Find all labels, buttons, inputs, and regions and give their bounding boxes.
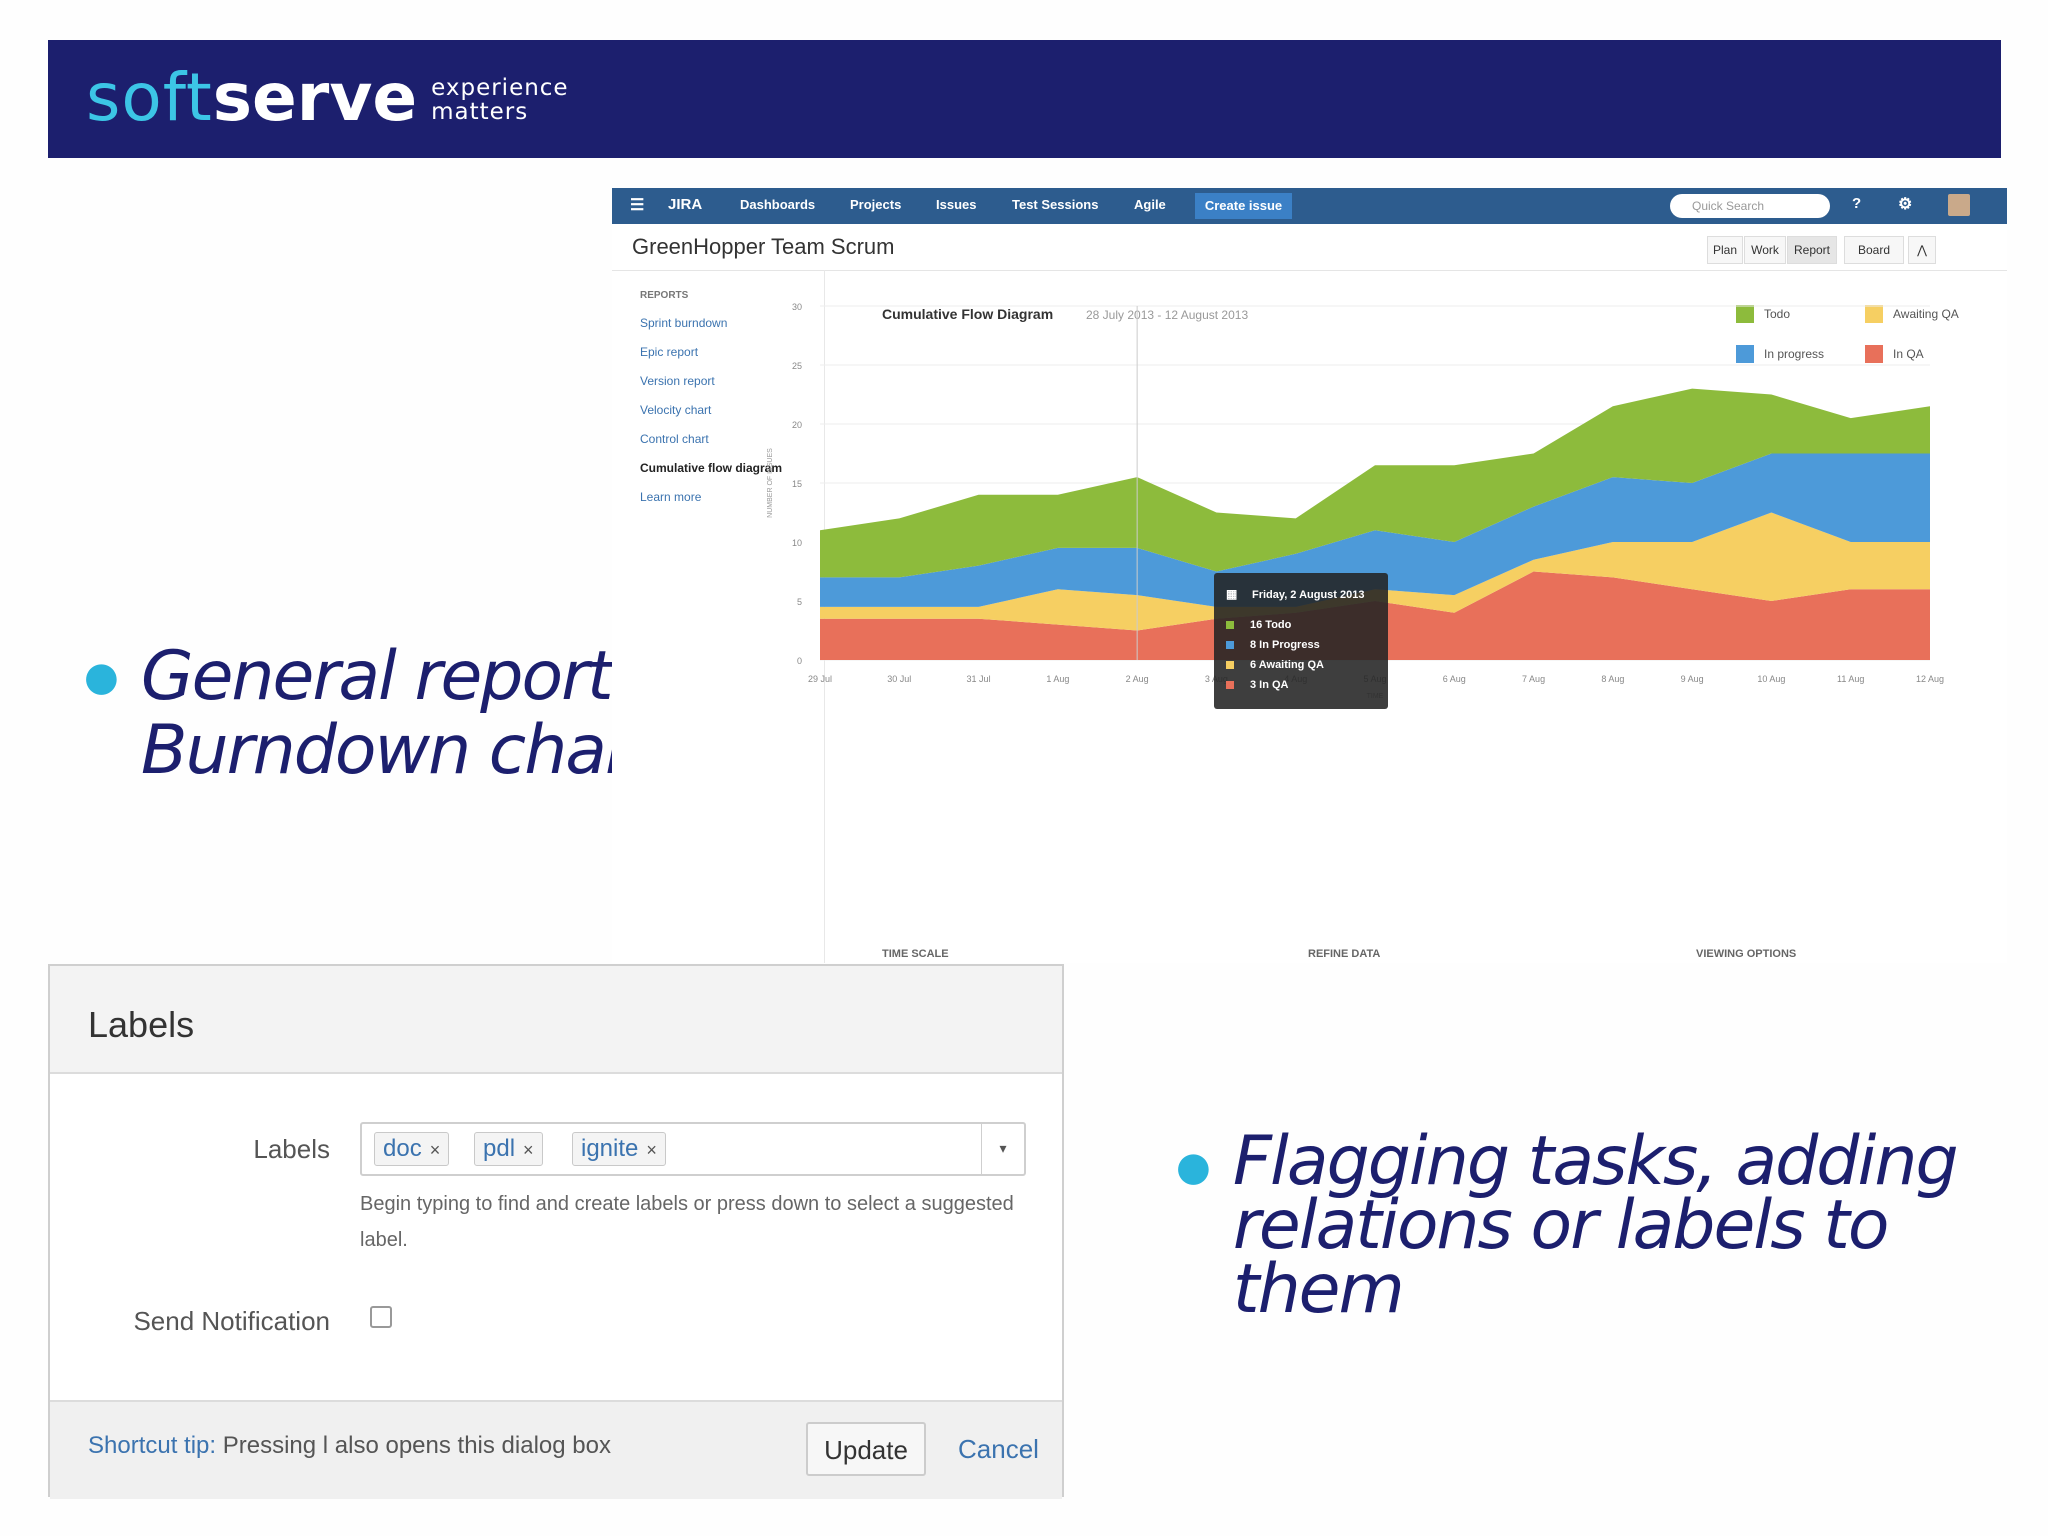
tagline-line-1: experience	[431, 75, 569, 101]
tooltip-in-progress: 8 In Progress	[1250, 639, 1320, 651]
in-qa-swatch	[1226, 681, 1234, 689]
x-tick-label: 12 Aug	[1916, 674, 1944, 684]
tooltip-date: Friday, 2 August 2013	[1252, 589, 1365, 601]
bullet-line: General reports;	[140, 637, 668, 716]
remove-label-icon[interactable]: ×	[523, 1140, 534, 1160]
remove-label-icon[interactable]: ×	[646, 1140, 657, 1160]
time-scale-toggle[interactable]: TIME SCALE	[882, 948, 949, 960]
x-tick-label: 8 Aug	[1601, 674, 1624, 684]
tooltip-todo: 16 Todo	[1250, 619, 1292, 631]
send-notification-checkbox[interactable]	[370, 1306, 392, 1328]
logo-soft: soft	[86, 59, 213, 136]
tooltip-row: 3 In QA	[1226, 679, 1289, 691]
x-tick-label: 11 Aug	[1837, 674, 1864, 684]
dialog-header: Labels	[50, 966, 1062, 1074]
y-tick-label: 5	[797, 597, 802, 607]
viewing-options-toggle[interactable]: VIEWING OPTIONS	[1696, 948, 1796, 960]
tagline-line-2: matters	[431, 99, 529, 125]
bullet-flagging-tasks: ● Flagging tasks, adding relations or la…	[1176, 1122, 1959, 1329]
jira-report-screenshot: ☰ JIRA Dashboards Projects Issues Test S…	[612, 188, 2007, 963]
shortcut-tip: Shortcut tip: Pressing l also opens this…	[88, 1432, 611, 1460]
update-button[interactable]: Update	[806, 1422, 926, 1476]
bullet-dot-icon: ●	[1176, 1144, 1211, 1190]
label-text: ignite	[581, 1135, 639, 1162]
dialog-footer: Shortcut tip: Pressing l also opens this…	[50, 1400, 1062, 1499]
labels-dialog: Labels Labels doc × pdl × ignite × ▾ Begin …	[48, 964, 1064, 1499]
x-tick-label: 29 Jul	[808, 674, 832, 684]
remove-label-icon[interactable]: ×	[430, 1140, 441, 1160]
todo-swatch	[1226, 621, 1234, 629]
x-tick-label: 30 Jul	[887, 674, 911, 684]
x-tick-label: 10 Aug	[1757, 674, 1785, 684]
refine-data-toggle[interactable]: REFINE DATA	[1308, 948, 1380, 960]
label-lozenge-ignite[interactable]: ignite ×	[572, 1132, 666, 1166]
bullet-line: Burndown charts	[140, 711, 691, 790]
tooltip-row: 8 In Progress	[1226, 639, 1320, 651]
calendar-icon: ▦	[1226, 587, 1238, 601]
labels-field-label: Labels	[253, 1134, 330, 1164]
cancel-link[interactable]: Cancel	[958, 1434, 1039, 1465]
y-tick-label: 25	[792, 361, 802, 371]
chart-tooltip: ▦ Friday, 2 August 2013 16 Todo 8 In Pro…	[1214, 573, 1388, 709]
x-tick-label: 1 Aug	[1046, 674, 1069, 684]
chevron-down-icon[interactable]: ▾	[981, 1124, 1024, 1174]
tooltip-row: 6 Awaiting QA	[1226, 659, 1324, 671]
awaiting-qa-swatch	[1226, 661, 1234, 669]
send-notification-label: Send Notification	[133, 1306, 330, 1336]
label-text: doc	[383, 1135, 422, 1162]
y-axis-label: NUMBER OF ISSUES	[767, 448, 774, 518]
y-tick-label: 15	[792, 479, 802, 489]
softserve-logo: soft serve experience matters	[86, 58, 569, 138]
logo-tagline: experience matters	[431, 76, 568, 124]
y-tick-label: 30	[792, 302, 802, 312]
tooltip-awaiting-qa: 6 Awaiting QA	[1250, 659, 1324, 671]
label-lozenge-pdl[interactable]: pdl ×	[474, 1132, 543, 1166]
header-banner: soft serve experience matters	[48, 40, 2001, 158]
y-tick-label: 0	[797, 656, 802, 666]
tooltip-row: 16 Todo	[1226, 619, 1291, 631]
shortcut-tip-text: Pressing l also opens this dialog box	[222, 1432, 611, 1459]
shortcut-tip-lead: Shortcut tip:	[88, 1432, 217, 1459]
dialog-title: Labels	[88, 1004, 195, 1045]
labels-hint: Begin typing to find and create labels o…	[360, 1193, 1014, 1251]
in-progress-swatch	[1226, 641, 1234, 649]
label-lozenge-doc[interactable]: doc ×	[374, 1132, 450, 1166]
bullet-line: them	[1232, 1250, 1405, 1329]
logo-serve: serve	[212, 59, 418, 136]
x-tick-label: 9 Aug	[1681, 674, 1704, 684]
y-tick-label: 10	[792, 538, 802, 548]
tooltip-in-qa: 3 In QA	[1250, 679, 1289, 691]
x-tick-label: 2 Aug	[1126, 674, 1149, 684]
bullet-line: relations or labels to	[1232, 1186, 1890, 1265]
y-tick-label: 20	[792, 420, 802, 430]
x-tick-label: 31 Jul	[967, 674, 991, 684]
bullet-line: Flagging tasks, adding	[1232, 1122, 1959, 1201]
labels-input[interactable]: doc × pdl × ignite × ▾	[360, 1122, 1026, 1176]
x-tick-label: 7 Aug	[1522, 674, 1545, 684]
bullet-dot-icon: ●	[84, 654, 119, 700]
bullet-general-reports: ● General reports; Burndown charts	[84, 637, 691, 790]
label-text: pdl	[483, 1135, 516, 1162]
x-tick-label: 6 Aug	[1443, 674, 1466, 684]
